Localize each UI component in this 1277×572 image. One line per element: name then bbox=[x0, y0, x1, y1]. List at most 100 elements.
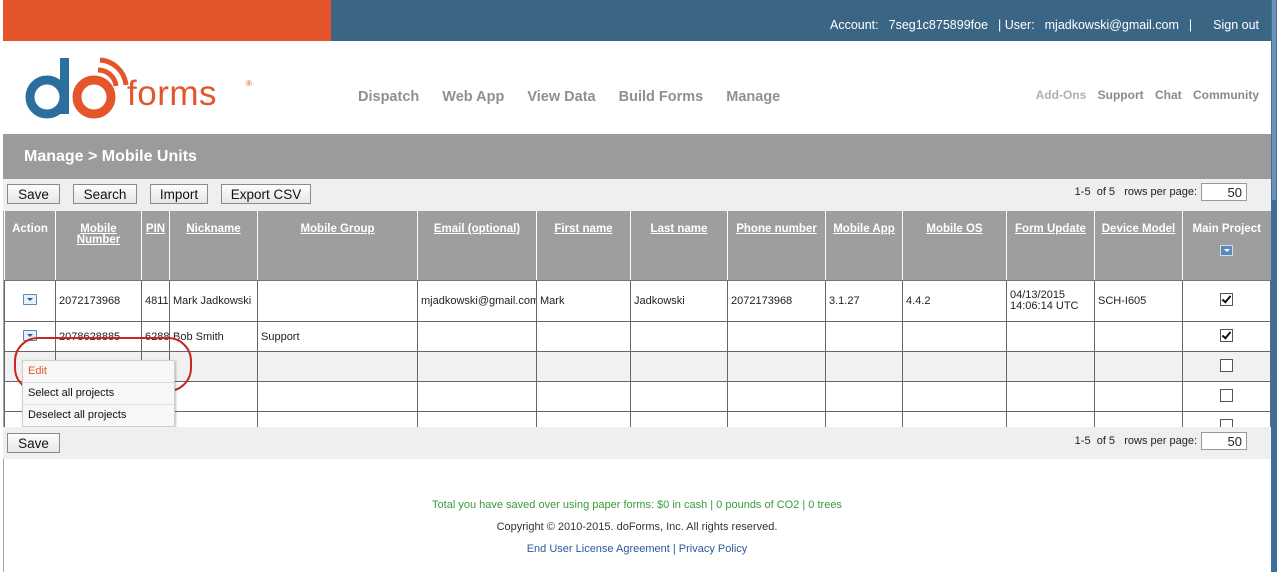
pager-top: 1-5 of 5 rows per page: 50 bbox=[1075, 183, 1247, 201]
cell-email bbox=[417, 321, 537, 352]
doforms-logo[interactable]: forms ® bbox=[24, 52, 252, 122]
account-info: Account: 7seg1c875899foe | User: mjadkowski… bbox=[830, 18, 1259, 32]
cell-phone: 2072173968 bbox=[727, 280, 826, 322]
rows-per-page-input[interactable]: 50 bbox=[1201, 432, 1247, 450]
cell-model: SCH-I605 bbox=[1094, 280, 1183, 322]
cell-group: Support bbox=[257, 321, 418, 352]
sign-out-link[interactable]: Sign out bbox=[1213, 18, 1259, 32]
pager-bottom: 1-5 of 5 rows per page: 50 bbox=[1075, 432, 1247, 450]
cell-last: Jadkowski bbox=[630, 280, 728, 322]
pager-range: 1-5 bbox=[1074, 185, 1091, 198]
nav-dispatch[interactable]: Dispatch bbox=[358, 89, 419, 105]
col-mobile-app[interactable]: Mobile App bbox=[825, 211, 903, 281]
nav-build-forms[interactable]: Build Forms bbox=[619, 89, 704, 105]
menu-item-select-all-projects[interactable]: Select all projects bbox=[23, 382, 174, 404]
menu-item-edit[interactable]: Edit bbox=[23, 361, 174, 382]
nav-add-ons[interactable]: Add-Ons bbox=[1036, 88, 1087, 102]
privacy-policy-link[interactable]: Privacy Policy bbox=[679, 543, 747, 555]
cell-pin: 4811 bbox=[141, 280, 170, 322]
row-action-dropdown-icon[interactable] bbox=[23, 294, 37, 305]
header: forms ® Dispatch Web App View Data Build… bbox=[3, 41, 1271, 134]
col-nickname[interactable]: Nickname bbox=[169, 211, 258, 281]
col-email[interactable]: Email (optional) bbox=[417, 211, 537, 281]
rows-per-page-input[interactable]: 50 bbox=[1201, 183, 1247, 201]
cell-app: 3.1.27 bbox=[825, 280, 903, 322]
search-button[interactable]: Search bbox=[73, 184, 137, 204]
footer-link-divider: | bbox=[672, 543, 676, 555]
cell-main-project bbox=[1182, 381, 1271, 412]
col-form-update[interactable]: Form Update bbox=[1006, 211, 1095, 281]
main-project-checkbox[interactable] bbox=[1220, 358, 1233, 372]
cell-main-project bbox=[1182, 321, 1271, 352]
save-button[interactable]: Save bbox=[7, 184, 60, 204]
logo-registered-mark: ® bbox=[246, 79, 252, 88]
table-row: 2072173968 4811 Mark Jadkowski mjadkowski@g… bbox=[4, 280, 1271, 322]
secondary-nav: Add-Ons Support Chat Community bbox=[1028, 88, 1259, 102]
pager-of: of 5 bbox=[1096, 434, 1116, 447]
col-last-name[interactable]: Last name bbox=[630, 211, 728, 281]
cell-os bbox=[902, 381, 1007, 412]
account-id: 7seg1c875899foe bbox=[888, 18, 989, 32]
main-project-checkbox[interactable] bbox=[1220, 293, 1233, 306]
col-first-name[interactable]: First name bbox=[536, 211, 631, 281]
cell-phone bbox=[727, 381, 826, 412]
cell-os bbox=[902, 321, 1007, 352]
row-action-menu: Edit Select all projects Deselect all pr… bbox=[22, 360, 175, 427]
col-phone-number[interactable]: Phone number bbox=[727, 211, 826, 281]
cell-update bbox=[1006, 381, 1095, 412]
copyright-text: Copyright © 2010-2015. doForms, Inc. All… bbox=[496, 521, 778, 533]
col-pin[interactable]: PIN bbox=[141, 211, 170, 281]
nav-view-data[interactable]: View Data bbox=[527, 89, 595, 105]
save-button-bottom[interactable]: Save bbox=[7, 433, 60, 453]
col-mobile-number[interactable]: Mobile Number bbox=[55, 211, 142, 281]
cell-pin: 6288 bbox=[141, 321, 170, 352]
col-mobile-os[interactable]: Mobile OS bbox=[902, 211, 1007, 281]
col-action: Action bbox=[4, 211, 56, 281]
nav-chat[interactable]: Chat bbox=[1155, 88, 1182, 102]
cell-last bbox=[630, 381, 728, 412]
eula-link[interactable]: End User License Agreement bbox=[527, 543, 670, 555]
paper-savings-text: Total you have saved over using paper fo… bbox=[432, 499, 842, 511]
table-header-row: Action Mobile Number PIN Nickname Mobile… bbox=[4, 211, 1271, 281]
account-divider: | bbox=[1188, 18, 1193, 32]
cell-mobile: 2078628885 bbox=[55, 321, 142, 352]
footer-links: End User License Agreement | Privacy Pol… bbox=[3, 543, 1271, 555]
menu-item-deselect-all-projects[interactable]: Deselect all projects bbox=[23, 404, 174, 426]
nav-community[interactable]: Community bbox=[1193, 88, 1259, 102]
cell-first: Mark bbox=[536, 280, 631, 322]
account-label: Account: bbox=[829, 18, 879, 32]
cell-phone bbox=[727, 321, 826, 352]
pager-range: 1-5 bbox=[1074, 434, 1091, 447]
toolbar: Save Search Import Export CSV 1-5 of 5 r… bbox=[3, 179, 1271, 211]
cell-model bbox=[1094, 321, 1183, 352]
col-mobile-group[interactable]: Mobile Group bbox=[257, 211, 418, 281]
user-email: mjadkowski@gmail.com bbox=[1044, 18, 1179, 32]
cell-app bbox=[825, 381, 903, 412]
row-action-dropdown-icon[interactable] bbox=[23, 329, 37, 341]
logo-wordmark: forms bbox=[127, 74, 217, 113]
nav-support[interactable]: Support bbox=[1098, 88, 1144, 102]
nav-web-app[interactable]: Web App bbox=[442, 89, 504, 105]
cell-last bbox=[630, 351, 728, 382]
cell-main-project bbox=[1182, 280, 1271, 322]
main-project-checkbox[interactable] bbox=[1220, 388, 1233, 402]
table-row: 2078628885 6288 Bob Smith Support bbox=[4, 321, 1271, 352]
main-project-menu-icon[interactable] bbox=[1220, 245, 1234, 256]
cell-first bbox=[536, 381, 631, 412]
cell-group bbox=[257, 381, 418, 412]
main-nav: Dispatch Web App View Data Build Forms M… bbox=[358, 89, 799, 105]
window-scrollbar[interactable] bbox=[1271, 0, 1277, 572]
cell-action bbox=[4, 280, 56, 322]
table-row bbox=[4, 381, 1271, 412]
export-csv-button[interactable]: Export CSV bbox=[221, 184, 311, 204]
cell-email bbox=[417, 351, 537, 382]
main-project-checkbox[interactable] bbox=[1220, 328, 1233, 342]
bottom-toolbar: Save 1-5 of 5 rows per page: 50 bbox=[3, 427, 1271, 459]
import-button[interactable]: Import bbox=[150, 184, 208, 204]
cell-last bbox=[630, 321, 728, 352]
col-device-model[interactable]: Device Model bbox=[1094, 211, 1183, 281]
mobile-units-table: Action Mobile Number PIN Nickname Mobile… bbox=[4, 211, 1271, 442]
user-label: | User: bbox=[998, 18, 1035, 32]
cell-nickname bbox=[169, 351, 258, 382]
nav-manage[interactable]: Manage bbox=[726, 89, 780, 105]
